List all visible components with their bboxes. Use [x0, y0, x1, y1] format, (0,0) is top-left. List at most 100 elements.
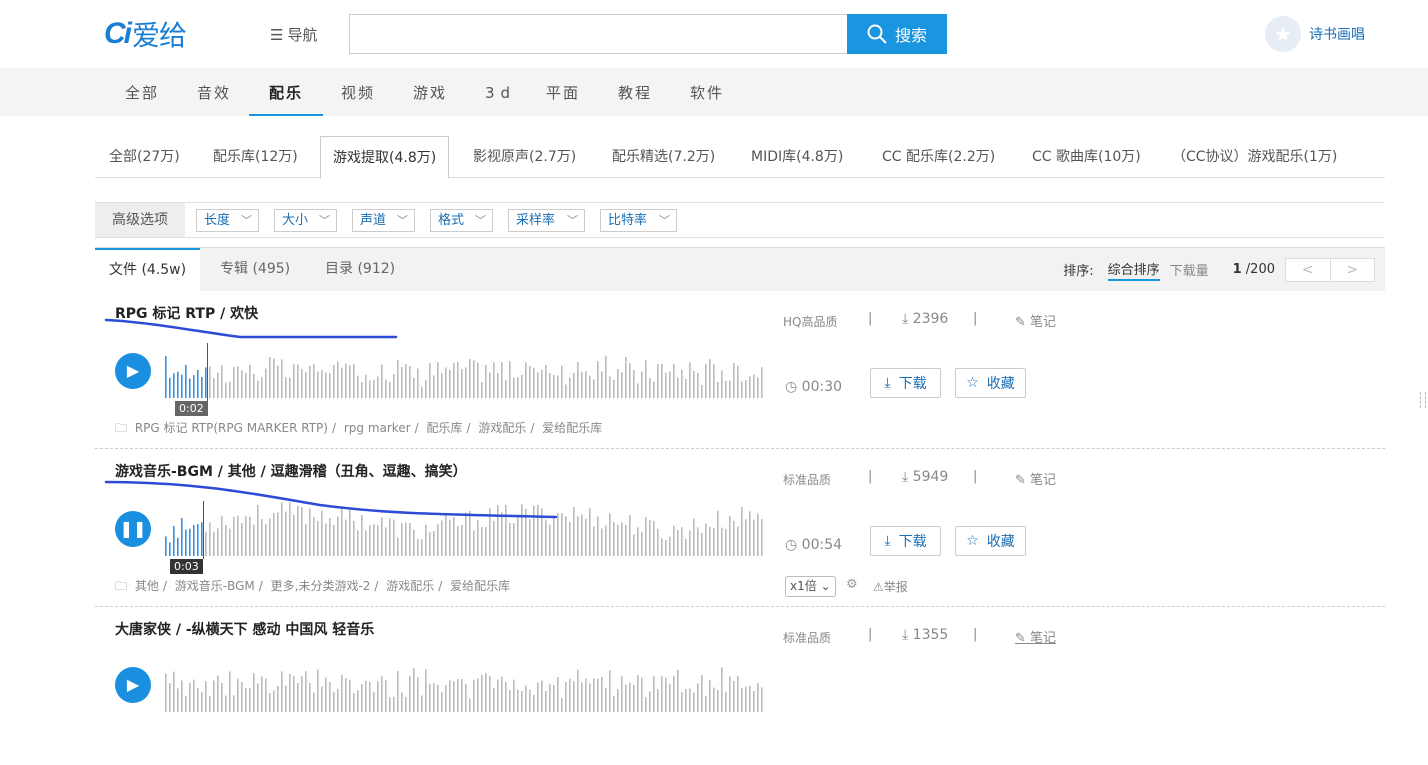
crumb-link[interactable]: 游戏配乐 [478, 421, 526, 435]
tab-category-video[interactable]: 视频 [341, 68, 375, 116]
waveform-bar [617, 689, 619, 712]
download-button[interactable]: ⤓ 下载 [870, 368, 941, 398]
waveform-bar [601, 371, 603, 398]
waveform-bar [201, 692, 203, 712]
crumb-separator: / [331, 421, 337, 435]
tab-category-software[interactable]: 软件 [690, 68, 724, 116]
tab-category-all[interactable]: 全部 [125, 68, 159, 116]
waveform-bar [481, 382, 483, 398]
filter-samplerate-dropdown[interactable]: 采样率 ﹀ [508, 209, 585, 232]
favorite-button-label: 收藏 [986, 376, 1015, 392]
tab-directories[interactable]: 目录 (912) [325, 248, 395, 291]
waveform-bar [597, 678, 599, 712]
waveform-bar [565, 681, 567, 712]
page-total: /200 [1245, 262, 1275, 277]
tab-category-music[interactable]: 配乐 [249, 68, 324, 116]
crumb-link[interactable]: 游戏音乐-BGM [175, 579, 255, 593]
waveform-bar [249, 364, 251, 398]
waveform-bar [173, 671, 175, 712]
chevron-down-icon: ﹀ [319, 214, 330, 227]
filter-length-dropdown[interactable]: 长度 ﹀ [196, 209, 259, 232]
waveform[interactable] [165, 501, 765, 556]
waveform-bar [365, 530, 367, 556]
note-link[interactable]: ✎ 笔记 [1015, 469, 1056, 488]
crumb-link[interactable]: 爱给配乐库 [542, 421, 602, 435]
waveform-bar [197, 369, 199, 398]
crumb-link[interactable]: 游戏配乐 [386, 579, 434, 593]
item-title[interactable]: 大唐家侠 / -纵横天下 感动 中国风 轻音乐 [115, 619, 374, 639]
item-title[interactable]: RPG 标记 RTP / 欢快 [115, 303, 258, 323]
site-logo[interactable]: Ci 爱给 [104, 14, 187, 54]
waveform-bar [557, 375, 559, 398]
waveform-bar [385, 379, 387, 398]
time-badge: 0:03 [170, 559, 203, 574]
play-button[interactable]: ▶ [115, 667, 151, 703]
subtab-music-picks[interactable]: 配乐精选(7.2万) [612, 136, 715, 178]
waveform-bar [293, 676, 295, 712]
filter-channel-dropdown[interactable]: 声道 ﹀ [352, 209, 415, 232]
next-page-button[interactable]: > [1329, 258, 1375, 281]
note-link[interactable]: ✎ 笔记 [1015, 311, 1056, 330]
subtab-music-lib[interactable]: 配乐库(12万) [213, 136, 298, 178]
sort-comprehensive[interactable]: 综合排序 [1107, 259, 1160, 281]
filter-bitrate-dropdown[interactable]: 比特率 ﹀ [600, 209, 677, 232]
gear-icon[interactable]: ⚙ [846, 577, 858, 592]
crumb-link[interactable]: 爱给配乐库 [450, 579, 510, 593]
note-link[interactable]: ✎ 笔记 [1015, 627, 1056, 646]
nav-menu-button[interactable]: ☰ 导航 [270, 24, 317, 45]
pause-button[interactable]: ❚❚ [115, 511, 151, 547]
waveform-bar [557, 677, 559, 712]
search-input[interactable] [349, 14, 847, 54]
tab-category-3d[interactable]: 3d [485, 68, 516, 116]
search-button[interactable]: 搜索 [847, 14, 947, 54]
tab-category-game[interactable]: 游戏 [413, 68, 447, 116]
tab-category-graphic[interactable]: 平面 [546, 68, 580, 116]
subtab-cc-game-music[interactable]: （CC协议）游戏配乐(1万) [1172, 136, 1337, 178]
speed-select[interactable]: x1倍 ⌄ [785, 576, 836, 597]
waveform-bar [273, 512, 275, 556]
crumb-link[interactable]: rpg marker [344, 421, 411, 435]
waveform-bar [341, 674, 343, 712]
favorite-button[interactable]: ☆ 收藏 [955, 368, 1026, 398]
subtab-midi[interactable]: MIDI库(4.8万) [751, 136, 843, 178]
tab-files[interactable]: 文件 (4.5w) [95, 248, 201, 292]
waveform-bar [465, 683, 467, 712]
prev-page-button[interactable]: < [1286, 259, 1330, 281]
subtab-film-ost[interactable]: 影视原声(2.7万) [473, 136, 576, 178]
waveform-bar [533, 505, 535, 556]
edit-icon: ✎ [1015, 315, 1026, 330]
tab-category-tutorial[interactable]: 教程 [618, 68, 652, 116]
waveform-bar [385, 527, 387, 556]
waveform-bar [285, 511, 287, 556]
waveform-bar [453, 681, 455, 712]
subtab-cc-songs[interactable]: CC 歌曲库(10万) [1032, 136, 1141, 178]
report-link[interactable]: ⚠举报 [873, 578, 908, 595]
waveform-bar [457, 361, 459, 398]
item-title[interactable]: 游戏音乐-BGM / 其他 / 逗趣滑稽（丑角、逗趣、搞笑） [115, 461, 467, 481]
scroll-handle[interactable] [1420, 392, 1426, 408]
crumb-link[interactable]: RPG 标记 RTP(RPG MARKER RTP) [135, 421, 328, 435]
crumb-link[interactable]: 更多,未分类游戏-2 [271, 579, 371, 593]
tab-albums[interactable]: 专辑 (495) [220, 248, 290, 291]
waveform-bar [425, 524, 427, 556]
download-button[interactable]: ⤓ 下载 [870, 526, 941, 556]
waveform-bar [509, 690, 511, 712]
download-icon: ⤓ [902, 311, 909, 327]
user-menu[interactable]: ★ 诗书画唱 [1265, 16, 1365, 52]
waveform[interactable] [165, 343, 765, 398]
play-button[interactable]: ▶ [115, 353, 151, 389]
crumb-link[interactable]: 其他 [135, 579, 159, 593]
filter-size-dropdown[interactable]: 大小 ﹀ [274, 209, 337, 232]
tab-category-sfx[interactable]: 音效 [197, 68, 231, 116]
waveform[interactable] [165, 657, 765, 712]
waveform-bar [677, 530, 679, 556]
subtab-all[interactable]: 全部(27万) [109, 136, 180, 178]
sort-downloads[interactable]: 下载量 [1170, 260, 1209, 279]
waveform-bar [185, 695, 187, 712]
waveform-bar [577, 362, 579, 398]
subtab-cc-music[interactable]: CC 配乐库(2.2万) [882, 136, 995, 178]
filter-format-dropdown[interactable]: 格式 ﹀ [430, 209, 493, 232]
subtab-game-extract[interactable]: 游戏提取(4.8万) [320, 136, 450, 179]
favorite-button[interactable]: ☆ 收藏 [955, 526, 1026, 556]
crumb-link[interactable]: 配乐库 [427, 421, 463, 435]
